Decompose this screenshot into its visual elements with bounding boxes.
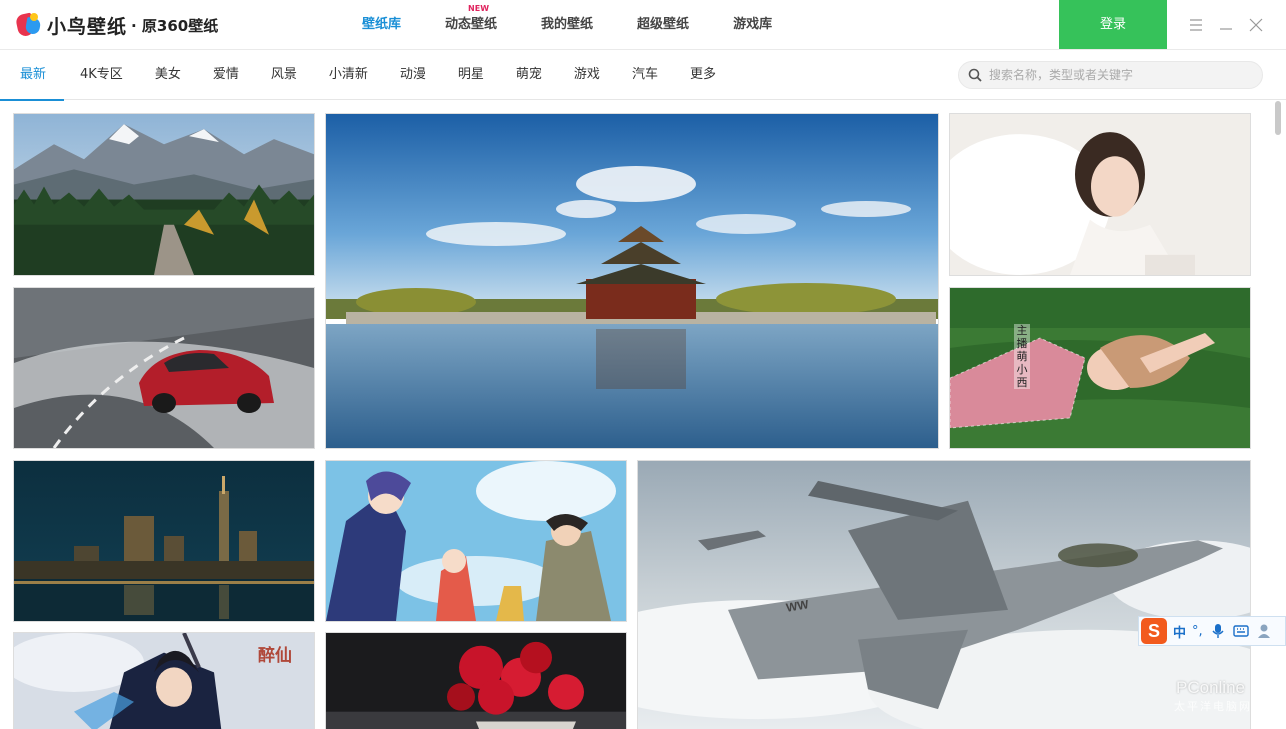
keyboard-icon[interactable]	[1232, 623, 1249, 639]
wallpaper-card-city[interactable]	[13, 460, 315, 622]
tab-stars[interactable]: 明星	[442, 51, 500, 100]
wallpaper-card-grass-woman[interactable]: 主播萌小西	[949, 287, 1251, 449]
wallpaper-card-anime[interactable]	[325, 460, 627, 622]
nav-label: 我的壁纸	[541, 17, 594, 32]
nav-wallpaper-library[interactable]: 壁纸库	[340, 0, 423, 50]
wallpaper-card-car[interactable]	[13, 287, 315, 449]
bird-logo-icon	[14, 12, 43, 38]
nav-super-wallpaper[interactable]: 超级壁纸	[615, 0, 711, 50]
game-logo-text: 醉仙	[258, 646, 292, 666]
new-badge: NEW	[468, 4, 490, 13]
tab-more[interactable]: 更多	[674, 51, 732, 100]
red-roses-image	[326, 633, 626, 729]
fighter-jet-image	[638, 461, 1250, 729]
wallpaper-card-forbidden-city[interactable]	[325, 113, 939, 449]
nav-label: 超级壁纸	[637, 17, 690, 32]
menu-icon[interactable]	[1185, 14, 1207, 36]
tab-4k[interactable]: 4K专区	[64, 51, 139, 100]
microphone-icon[interactable]	[1211, 623, 1225, 639]
wallpaper-card-portrait[interactable]	[949, 113, 1251, 276]
nav-label: 游戏库	[733, 17, 773, 32]
wallpaper-card-jet[interactable]: WW	[637, 460, 1251, 729]
tab-love[interactable]: 爱情	[197, 51, 255, 100]
tab-scenery[interactable]: 风景	[255, 51, 313, 100]
nav-game-library[interactable]: 游戏库	[711, 0, 794, 50]
search-box	[958, 61, 1263, 89]
tab-cars[interactable]: 汽车	[616, 51, 674, 100]
nav-dynamic-wallpaper[interactable]: 动态壁纸 NEW	[423, 0, 519, 50]
forbidden-city-image	[326, 114, 938, 448]
logo-text: 小鸟壁纸	[47, 15, 128, 38]
minimize-icon[interactable]	[1215, 14, 1237, 36]
logo-subtitle: · 原360壁纸	[131, 16, 219, 35]
tab-games[interactable]: 游戏	[558, 51, 616, 100]
wallpaper-card-mountain[interactable]	[13, 113, 315, 276]
search-icon[interactable]	[968, 68, 982, 82]
nav-label: 壁纸库	[362, 17, 402, 32]
ime-punctuation-label[interactable]: °,	[1192, 624, 1203, 639]
close-icon[interactable]	[1245, 14, 1267, 36]
app-logo[interactable]: 小鸟壁纸 · 原360壁纸	[14, 11, 219, 39]
mountain-forest-image	[14, 114, 314, 275]
title-bar: 小鸟壁纸 · 原360壁纸 壁纸库 动态壁纸 NEW 我的壁纸 超级壁纸 游戏库…	[0, 0, 1286, 50]
nav-label: 动态壁纸	[445, 17, 498, 32]
wallpaper-grid: 主播萌小西 WW 醉仙	[0, 101, 1272, 729]
sogou-logo-icon[interactable]: S	[1141, 618, 1167, 644]
watermark-sub: 太平洋电脑网	[1174, 700, 1252, 713]
nav-my-wallpaper[interactable]: 我的壁纸	[519, 0, 615, 50]
login-button[interactable]: 登录	[1059, 0, 1167, 49]
wallpaper-card-game-character[interactable]: 醉仙	[13, 632, 315, 729]
ime-mode-label[interactable]: 中	[1173, 622, 1186, 641]
search-input[interactable]	[989, 65, 1254, 85]
category-bar: 最新 4K专区 美女 爱情 风景 小清新 动漫 明星 萌宠 游戏 汽车 更多	[0, 51, 1286, 101]
category-tabs: 最新 4K专区 美女 爱情 风景 小清新 动漫 明星 萌宠 游戏 汽车 更多	[0, 51, 732, 101]
app-window: 小鸟壁纸 · 原360壁纸 壁纸库 动态壁纸 NEW 我的壁纸 超级壁纸 游戏库…	[0, 0, 1286, 729]
pconline-watermark: PConline 太平洋电脑网	[1172, 676, 1282, 726]
city-night-image	[14, 461, 314, 621]
woman-on-grass-image	[950, 288, 1250, 448]
grass-caption: 主播萌小西	[1014, 324, 1030, 389]
tab-beauty[interactable]: 美女	[139, 51, 197, 100]
watermark-main: PConline	[1176, 678, 1245, 697]
wallpaper-card-roses[interactable]	[325, 632, 627, 729]
woman-portrait-image	[950, 114, 1250, 275]
anime-image	[326, 461, 626, 621]
tab-anime[interactable]: 动漫	[384, 51, 442, 100]
tab-fresh[interactable]: 小清新	[313, 51, 384, 100]
ime-toolbar[interactable]: S 中 °,	[1138, 616, 1286, 646]
tab-pets[interactable]: 萌宠	[500, 51, 558, 100]
scrollbar-thumb[interactable]	[1275, 101, 1281, 135]
user-icon[interactable]	[1257, 623, 1273, 639]
tab-latest[interactable]: 最新	[0, 51, 65, 101]
red-car-image	[14, 288, 314, 448]
top-nav: 壁纸库 动态壁纸 NEW 我的壁纸 超级壁纸 游戏库	[340, 0, 794, 50]
